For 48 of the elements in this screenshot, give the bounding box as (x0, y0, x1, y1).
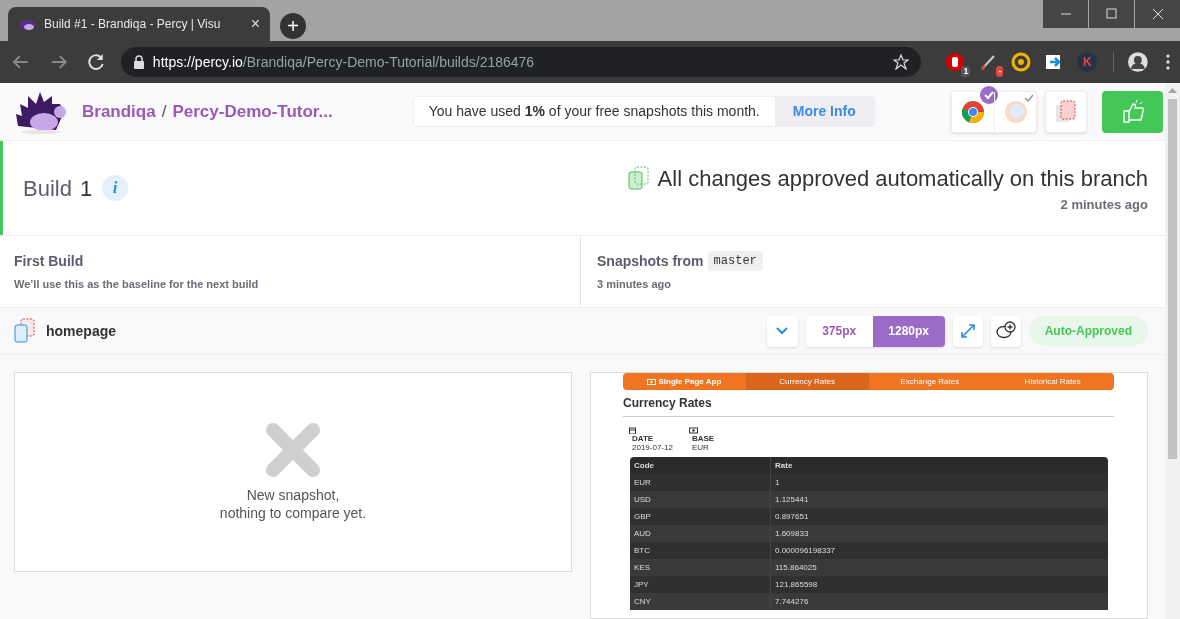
build-number: 1 (79, 174, 93, 203)
build-title: Build (23, 174, 72, 203)
preview-table-cell-text: 1 (774, 476, 780, 489)
preview-nav-item[interactable]: Currency Rates (745, 373, 869, 390)
snapshots-time: 3 minutes ago (597, 276, 672, 292)
preview-meta-label: DATE (632, 434, 655, 443)
preview-heading: Currency Rates (623, 394, 1114, 417)
branch-name: master (707, 251, 763, 272)
usage-message: You have used 1% of your free snapshots this month. (427, 102, 761, 121)
width-toggle[interactable]: 375px (805, 315, 873, 347)
preview-table-cell: CNY (630, 593, 771, 610)
org-link[interactable]: Brandiqa (82, 98, 156, 125)
preview-table-cell-text: 0.897651 (774, 510, 809, 523)
preview-table-cell-text: 115.864025 (774, 561, 817, 574)
preview-table-cell-text: 1.609833 (774, 527, 809, 540)
baseline-note: We’ll use this as the baseline for the next build (14, 276, 260, 292)
preview-table-cell-text: 121.865598 (774, 578, 818, 591)
project-link[interactable]: Percy-Demo-Tutor... (172, 98, 333, 125)
auto-approved-badge: Auto-Approved (1028, 316, 1148, 346)
first-build-title: First Build (14, 251, 85, 271)
preview-column-header: Rate (774, 459, 793, 472)
preview-nav-item[interactable]: Historical Rates (991, 373, 1114, 390)
tab-title: Build #1 - Brandiqa - Percy | Visu (44, 16, 222, 33)
snapshots-from-label: Snapshots from (597, 251, 704, 271)
address-bar[interactable]: https://percy.io/Brandiqa/Percy-Demo-Tutorial/builds/2186476 (120, 47, 922, 77)
empty-snapshot-message: New snapshot, nothing to compare yet. (219, 486, 367, 522)
build-time: 2 minutes ago (1060, 195, 1148, 214)
extension-badge: 1 (961, 66, 971, 77)
extension-badge: - (996, 66, 1004, 77)
more-info-link[interactable]: More Info (774, 97, 874, 126)
width-toggle[interactable]: 1280px (872, 315, 945, 347)
preview-table-cell-text: 0.000096198337 (774, 544, 836, 557)
browser-tab[interactable]: Build #1 - Brandiqa - Percy | Visu × (8, 7, 270, 41)
preview-nav-item[interactable]: Exchange Rates (868, 373, 992, 390)
preview-meta-value: EUR (691, 443, 710, 452)
extension-button[interactable]: K (1077, 52, 1098, 72)
url-text: https://percy.io/Brandiqa/Percy-Demo-Tutorial/builds/2186476 (152, 52, 536, 72)
preview-meta-value: 2019-07-12 (632, 443, 673, 452)
preview-table-cell-text: 1.125441 (774, 493, 809, 506)
tab-close-button[interactable]: × (250, 16, 260, 32)
preview-table-cell-text: 7.744276 (774, 595, 809, 608)
info-button[interactable]: i (102, 175, 129, 201)
preview-meta-label: BASE (691, 434, 715, 443)
new-tab-button[interactable]: + (280, 13, 306, 39)
preview-nav-item[interactable]: Single Page App (623, 373, 746, 390)
breadcrumb-separator: / (161, 100, 167, 123)
snapshot-name: homepage (46, 321, 116, 341)
build-status: All changes approved automatically on this branch (657, 164, 1148, 193)
